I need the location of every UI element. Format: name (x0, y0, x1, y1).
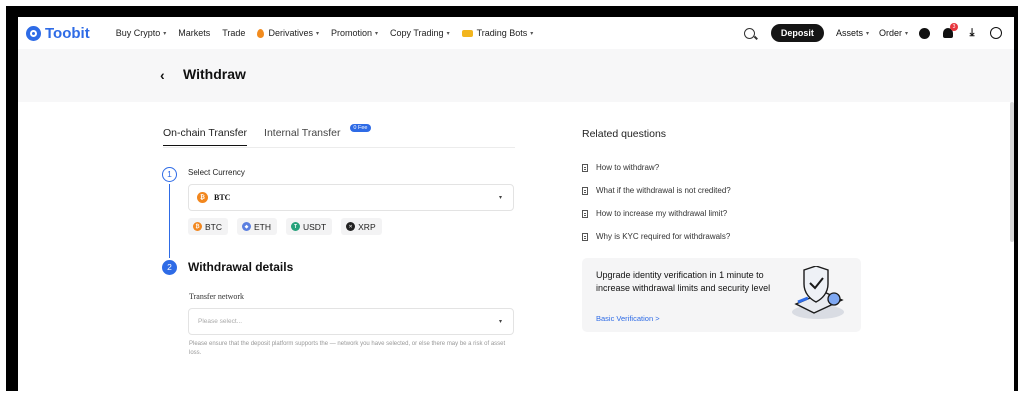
chevron-down-icon: ▾ (865, 30, 869, 37)
faq-label: Why is KYC required for withdrawals? (596, 232, 731, 241)
chevron-down-icon: ▾ (315, 30, 319, 37)
chevron-down-icon: ▾ (375, 30, 379, 37)
chevron-down-icon: ▾ (904, 30, 908, 37)
chevron-down-icon: ▾ (498, 319, 502, 325)
coin-chip-xrp[interactable]: ✕ XRP (341, 218, 382, 235)
select-currency-label: Select Currency (188, 168, 245, 177)
nav-item-markets[interactable]: Markets (178, 28, 210, 38)
globe-icon (990, 27, 1002, 39)
faq-link[interactable]: Why is KYC required for withdrawals? (582, 225, 731, 248)
nav-label: Order (878, 28, 902, 38)
coin-symbol: XRP (358, 221, 376, 232)
page-scrollbar[interactable] (1010, 102, 1014, 242)
network-select[interactable]: Please select... ▾ (188, 308, 514, 335)
back-arrow-icon[interactable]: ‹ (160, 67, 165, 83)
usdt-icon: T (291, 222, 300, 231)
logo-icon (26, 25, 41, 41)
step-connector (169, 184, 170, 258)
xrp-icon: ✕ (346, 222, 356, 231)
logo-text: Toobit (45, 24, 90, 42)
language-button[interactable] (990, 27, 1002, 39)
chevron-down-icon: ▾ (498, 195, 502, 201)
transfer-tabs: On-chain Transfer Internal Transfer 0 Fe… (163, 124, 371, 146)
nav-label: Trading Bots (476, 28, 528, 38)
nav-item-copy-trading[interactable]: Copy Trading ▾ (390, 28, 450, 38)
app-window: Toobit Buy Crypto ▾ Markets Trade Deriva… (18, 17, 1014, 391)
nav-label: Copy Trading (390, 28, 444, 38)
notification-badge: 3 (950, 23, 958, 31)
nav-item-promotion[interactable]: Promotion ▾ (331, 28, 378, 38)
nav-item-derivatives[interactable]: Derivatives ▾ (257, 28, 319, 38)
step-2-indicator: 2 (162, 260, 177, 275)
coin-symbol: ETH (254, 221, 271, 232)
quick-coin-list: ₿ BTC ◆ ETH T USDT ✕ XRP (188, 218, 391, 235)
nav-label: Trade (222, 28, 246, 38)
faq-link[interactable]: How to withdraw? (582, 156, 731, 179)
verification-promo-card: Upgrade identity verification in 1 minut… (582, 258, 861, 332)
network-warning: Please ensure that the deposit platform … (189, 341, 506, 356)
nav-label: Buy Crypto (115, 28, 161, 38)
nav-item-buy-crypto[interactable]: Buy Crypto ▾ (116, 28, 167, 38)
network-placeholder: Please select... (198, 318, 243, 325)
nav-label: Derivatives (268, 28, 313, 38)
tab-onchain-transfer[interactable]: On-chain Transfer (163, 127, 248, 146)
related-questions-heading: Related questions (582, 128, 667, 140)
chevron-down-icon: ▾ (446, 30, 450, 37)
nav-label: Markets (178, 28, 211, 38)
top-nav: Toobit Buy Crypto ▾ Markets Trade Deriva… (18, 17, 1014, 49)
robot-icon (461, 29, 473, 37)
user-avatar-icon[interactable] (918, 27, 930, 39)
page-title: Withdraw (183, 66, 246, 82)
chevron-down-icon: ▾ (530, 30, 534, 37)
chevron-down-icon: ▾ (163, 30, 167, 37)
document-icon (582, 232, 588, 241)
main-menu: Buy Crypto ▾ Markets Trade Derivatives ▾… (116, 28, 546, 38)
fee-badge: 0 Fee (350, 124, 371, 132)
search-icon[interactable] (743, 27, 755, 39)
step-1-indicator: 1 (162, 167, 177, 182)
nav-label: Promotion (330, 28, 373, 38)
btc-icon: ₿ (197, 192, 208, 203)
nav-actions: Deposit Assets ▾ Order ▾ 3 ⤓ (743, 17, 1014, 49)
nav-item-order[interactable]: Order ▾ (879, 28, 908, 38)
coin-symbol: BTC (205, 221, 222, 232)
eth-icon: ◆ (242, 222, 251, 231)
faq-link[interactable]: What if the withdrawal is not credited? (582, 179, 731, 202)
document-icon (582, 163, 588, 172)
faq-label: What if the withdrawal is not credited? (596, 186, 731, 195)
promo-text: Upgrade identity verification in 1 minut… (596, 270, 771, 293)
verification-shield-icon (792, 266, 844, 319)
document-icon (582, 186, 588, 195)
coin-chip-eth[interactable]: ◆ ETH (237, 218, 277, 235)
tab-divider (163, 147, 515, 148)
avatar (918, 27, 930, 39)
notification-button[interactable]: 3 (942, 23, 958, 39)
tab-label: Internal Transfer (264, 127, 341, 139)
coin-chip-usdt[interactable]: T USDT (286, 218, 333, 235)
fire-icon (257, 28, 265, 38)
basic-verification-link[interactable]: Basic Verification > (596, 314, 660, 323)
selected-currency: BTC (214, 193, 231, 202)
deposit-button[interactable]: Deposit (770, 24, 824, 42)
withdrawal-details-heading: Withdrawal details (188, 260, 294, 274)
faq-label: How to withdraw? (596, 163, 660, 172)
currency-select[interactable]: ₿ BTC ▾ (188, 184, 514, 211)
document-icon (582, 209, 588, 218)
nav-item-trade[interactable]: Trade (222, 28, 245, 38)
nav-item-trading-bots[interactable]: Trading Bots ▾ (461, 28, 534, 38)
tab-internal-transfer[interactable]: Internal Transfer 0 Fee (264, 124, 371, 146)
nav-label: Assets (835, 28, 863, 38)
download-icon[interactable]: ⤓ (966, 27, 978, 39)
coin-symbol: USDT (303, 221, 327, 232)
faq-label: How to increase my withdrawal limit? (596, 209, 728, 218)
nav-item-assets[interactable]: Assets ▾ (836, 28, 869, 38)
coin-chip-btc[interactable]: ₿ BTC (188, 218, 228, 235)
page-header: ‹ Withdraw (18, 49, 1014, 102)
faq-link[interactable]: How to increase my withdrawal limit? (582, 202, 731, 225)
logo[interactable]: Toobit (26, 25, 90, 42)
btc-icon: ₿ (193, 222, 202, 231)
related-questions-list: How to withdraw? What if the withdrawal … (582, 156, 731, 248)
transfer-network-label: Transfer network (189, 292, 245, 301)
screenshot-border: Toobit Buy Crypto ▾ Markets Trade Deriva… (6, 6, 1018, 391)
